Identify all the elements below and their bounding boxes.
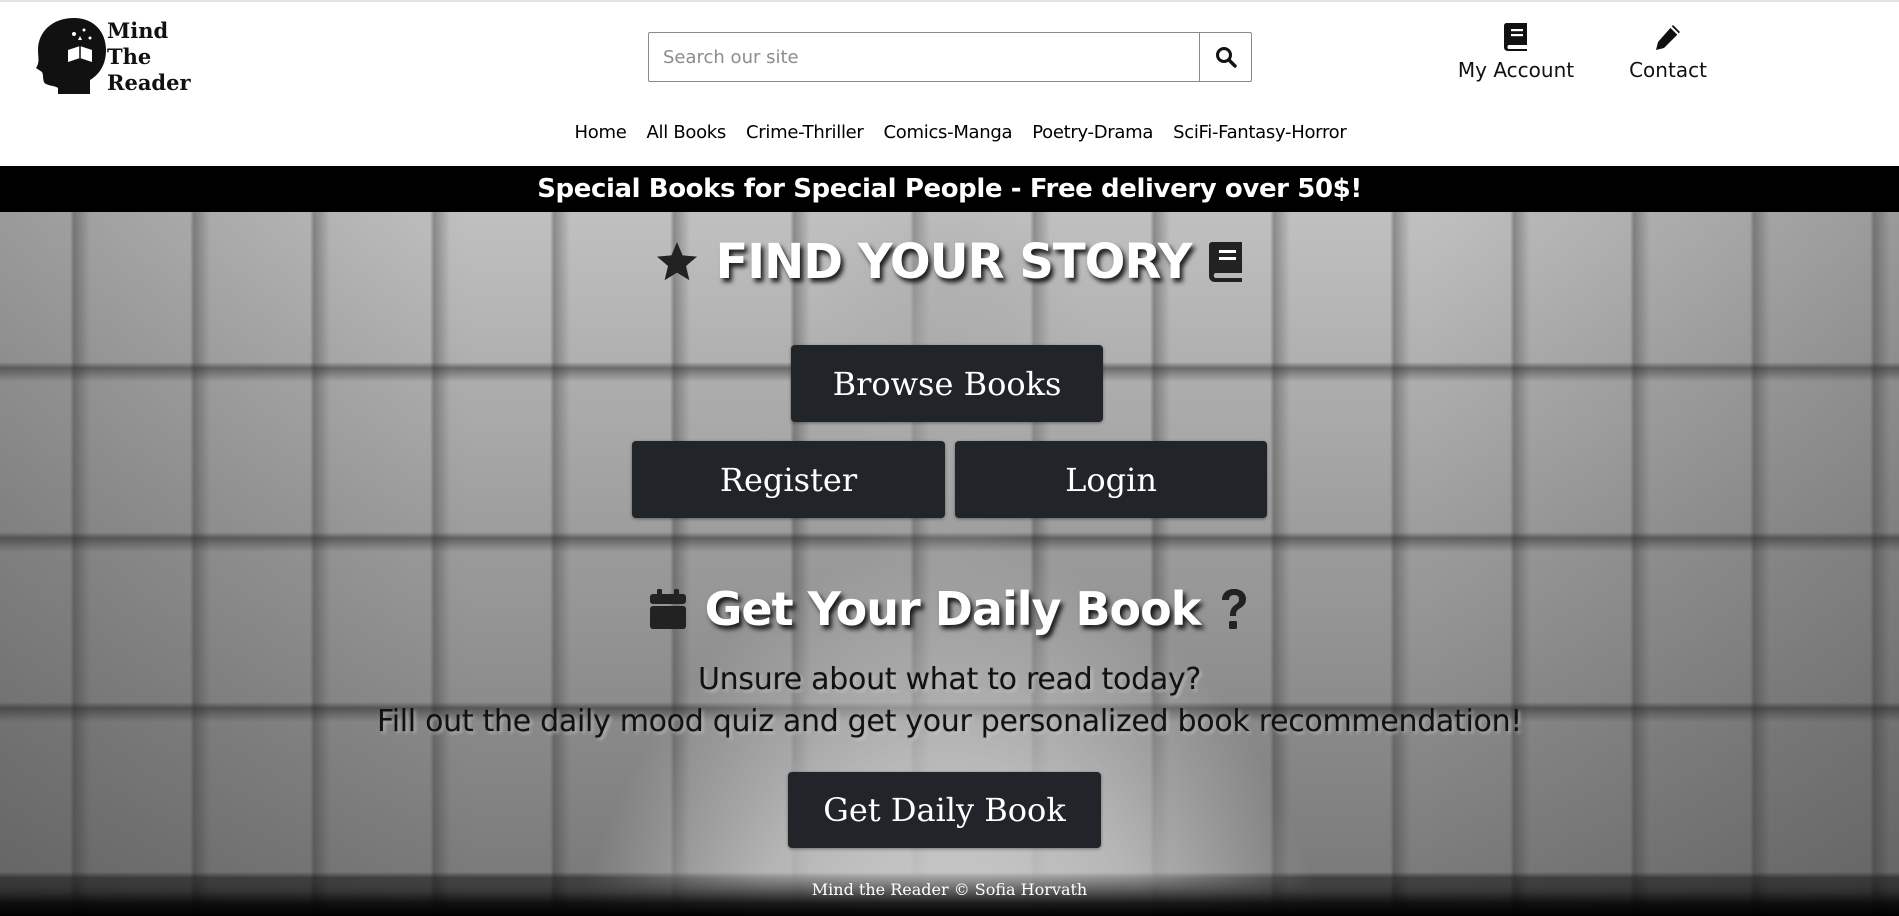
pencil-icon [1656,25,1680,50]
logo-line-1: Mind [107,18,169,43]
hero-section: FIND YOUR STORY Browse Books Register Lo… [0,212,1899,916]
find-your-story-title: FIND YOUR STORY [715,234,1192,290]
nav-item-home[interactable]: Home [575,122,627,143]
promo-banner: Special Books for Special People - Free … [0,166,1899,212]
daily-book-description: Unsure about what to read today? Fill ou… [0,659,1899,743]
my-account-label: My Account [1457,58,1575,82]
contact-link[interactable]: Contact [1618,22,1718,88]
hero-content: FIND YOUR STORY Browse Books Register Lo… [0,212,1899,916]
daily-book-heading: Get Your Daily Book [0,582,1899,636]
promo-banner-text: Special Books for Special People - Free … [537,174,1362,204]
star-icon [657,242,698,281]
nav-item-all-books[interactable]: All Books [647,122,727,143]
browse-books-button[interactable]: Browse Books [791,345,1103,422]
daily-book-line-2: Fill out the daily mood quiz and get you… [376,704,1523,739]
daily-book-line-1: Unsure about what to read today? [698,662,1201,697]
nav-item-scifi-fantasy-horror[interactable]: SciFi-Fantasy-Horror [1173,122,1347,143]
search-button[interactable] [1199,33,1251,81]
book-icon [1504,23,1527,51]
find-your-story-heading: FIND YOUR STORY [0,234,1899,290]
get-daily-book-button[interactable]: Get Daily Book [788,772,1101,848]
nav-item-crime-thriller[interactable]: Crime-Thriller [746,122,864,143]
search-icon [1215,47,1237,68]
nav-item-poetry-drama[interactable]: Poetry-Drama [1032,122,1153,143]
calendar-icon [649,589,686,629]
daily-book-title: Get Your Daily Book [704,582,1202,636]
login-button[interactable]: Login [955,441,1267,518]
footer-copyright: Mind the Reader © Sofia Horvath [811,880,1088,899]
search-form [648,32,1252,82]
book-icon [1208,242,1242,282]
main-nav: Home All Books Crime-Thriller Comics-Man… [0,122,1899,143]
register-button[interactable]: Register [632,441,945,518]
my-account-link[interactable]: My Account [1452,22,1580,88]
site-header: Mind The Reader My Account Contact Home [0,2,1899,166]
logo-line-3: Reader [107,70,191,95]
logo-line-2: The [107,44,152,69]
question-icon [1222,589,1247,629]
search-input[interactable] [649,33,1199,81]
nav-item-comics-manga[interactable]: Comics-Manga [884,122,1013,143]
head-book-logo-icon [36,18,106,94]
contact-label: Contact [1629,58,1707,82]
logo[interactable]: Mind The Reader [34,16,194,96]
logo-text: Mind The Reader [107,18,191,96]
